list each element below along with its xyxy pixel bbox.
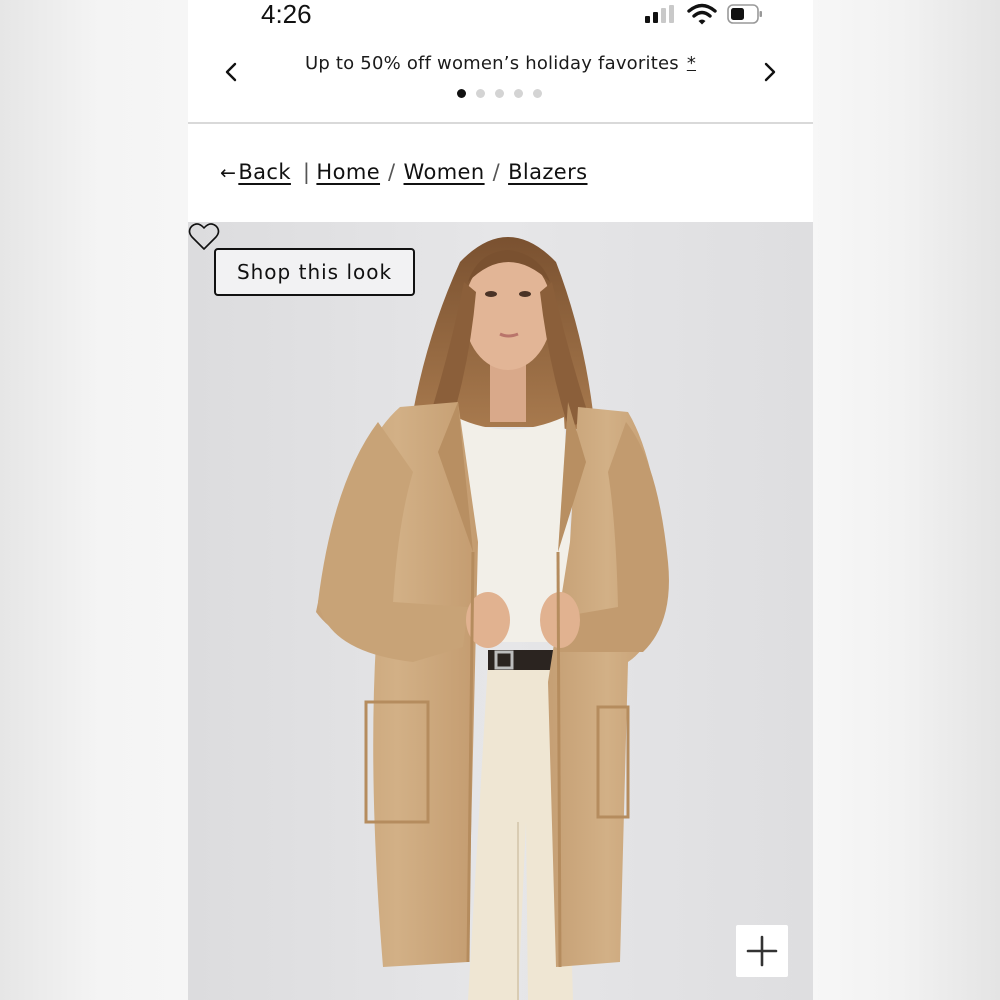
breadcrumb-home[interactable]: Home — [316, 160, 380, 184]
promo-disclaimer-link[interactable]: * — [687, 53, 696, 74]
shop-this-look-button[interactable]: Shop this look — [214, 248, 415, 296]
battery-icon — [727, 4, 762, 24]
wifi-icon — [687, 3, 717, 25]
breadcrumb-separator: / — [492, 160, 501, 184]
plus-icon — [746, 935, 778, 967]
status-bar: 4:26 — [188, 0, 813, 34]
breadcrumb: ←Back | Home / Women / Blazers — [220, 160, 588, 192]
back-label: Back — [238, 160, 291, 184]
cellular-signal-icon — [645, 5, 677, 23]
breadcrumb-divider: | — [302, 160, 311, 184]
back-link[interactable]: ←Back — [220, 160, 291, 184]
promo-dot-2[interactable] — [476, 89, 485, 98]
chevron-right-icon[interactable] — [757, 60, 781, 84]
promo-pagination — [457, 89, 547, 99]
status-time: 4:26 — [261, 0, 312, 29]
promo-dot-4[interactable] — [514, 89, 523, 98]
promo-message[interactable]: Up to 50% off women’s holiday favorites * — [188, 53, 813, 74]
back-arrow-icon: ← — [220, 162, 237, 184]
breadcrumb-blazers[interactable]: Blazers — [508, 160, 587, 184]
breadcrumb-separator: / — [388, 160, 396, 184]
product-hero: Shop this look — [188, 222, 813, 1000]
promo-dot-3[interactable] — [495, 89, 504, 98]
breadcrumb-women[interactable]: Women — [404, 160, 485, 184]
heart-outline-icon[interactable] — [188, 222, 220, 252]
promo-banner: Up to 50% off women’s holiday favorites * — [188, 34, 813, 124]
promo-dot-5[interactable] — [533, 89, 542, 98]
zoom-button[interactable] — [736, 925, 788, 977]
promo-text: Up to 50% off women’s holiday favorites — [304, 53, 679, 74]
phone-screen: 4:26 Up to 50% off women’s holiday favor… — [188, 0, 813, 1000]
product-image[interactable] — [188, 222, 813, 1000]
promo-dot-1[interactable] — [457, 89, 466, 98]
